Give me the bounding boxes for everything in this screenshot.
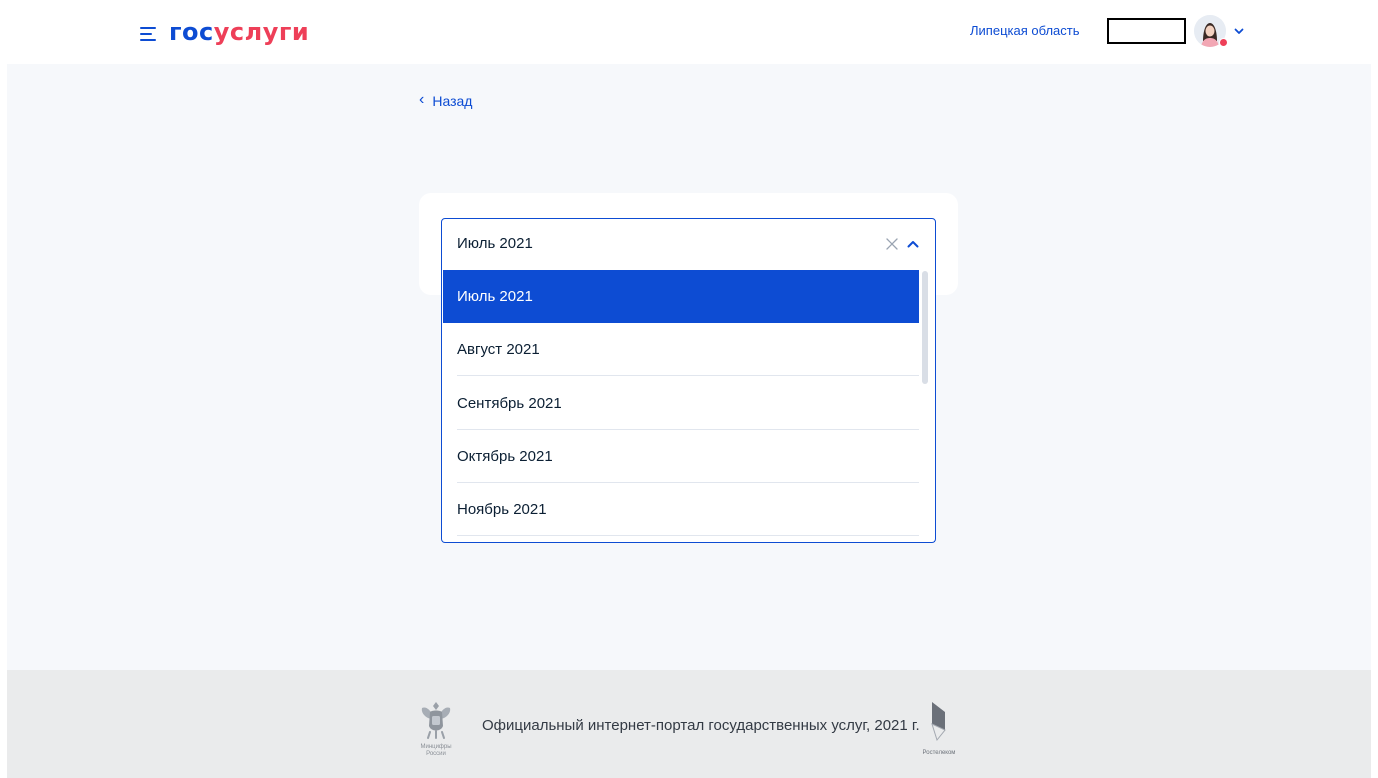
dropdown-option[interactable]: Сентябрь 2021	[443, 377, 919, 430]
chevron-up-icon[interactable]	[906, 237, 920, 251]
logo-text-part1: гос	[169, 18, 214, 46]
chevron-down-icon[interactable]	[1233, 24, 1245, 36]
month-dropdown-list: Июль 2021 Август 2021 Сентябрь 2021 Октя…	[441, 269, 936, 543]
emblem-caption-line2: России	[426, 751, 446, 757]
dropdown-option[interactable]: Август 2021	[443, 323, 919, 376]
site-footer: Минцифры России Официальный интернет-пор…	[7, 670, 1371, 778]
logo-text-part2: услуги	[213, 18, 310, 46]
month-select-value: Июль 2021	[457, 235, 533, 252]
close-icon[interactable]	[885, 237, 899, 251]
dropdown-option-label: Август 2021	[457, 341, 540, 358]
dropdown-option-label: Октябрь 2021	[457, 448, 553, 465]
chevron-left-icon: ‹	[419, 91, 425, 108]
month-select[interactable]: Июль 2021	[441, 218, 936, 270]
site-header: госуслуги Липецкая область	[0, 0, 1378, 64]
user-name-box[interactable]	[1107, 18, 1186, 44]
partner-caption: Ростелеком	[922, 750, 956, 756]
back-link-label: Назад	[432, 93, 473, 109]
emblem-caption: Минцифры России	[412, 744, 460, 758]
emblem-caption-line1: Минцифры	[420, 744, 452, 750]
dropdown-scrollbar[interactable]	[922, 271, 928, 384]
dropdown-option-label: Сентябрь 2021	[457, 395, 562, 412]
back-link[interactable]: ‹ Назад	[419, 92, 472, 110]
dropdown-option[interactable]: Октябрь 2021	[443, 430, 919, 483]
burger-menu-icon[interactable]	[140, 27, 156, 41]
dropdown-option-label: Ноябрь 2021	[457, 501, 547, 518]
dropdown-option[interactable]: Июль 2021	[443, 270, 919, 323]
rostelecom-logo-icon	[927, 698, 953, 744]
gosuslugi-logo[interactable]: госуслуги	[169, 18, 309, 46]
region-selector[interactable]: Липецкая область	[970, 22, 1080, 40]
footer-copyright: Официальный интернет-портал государствен…	[482, 717, 920, 734]
dropdown-option[interactable]: Ноябрь 2021	[443, 483, 919, 536]
notification-dot-icon	[1219, 38, 1228, 47]
